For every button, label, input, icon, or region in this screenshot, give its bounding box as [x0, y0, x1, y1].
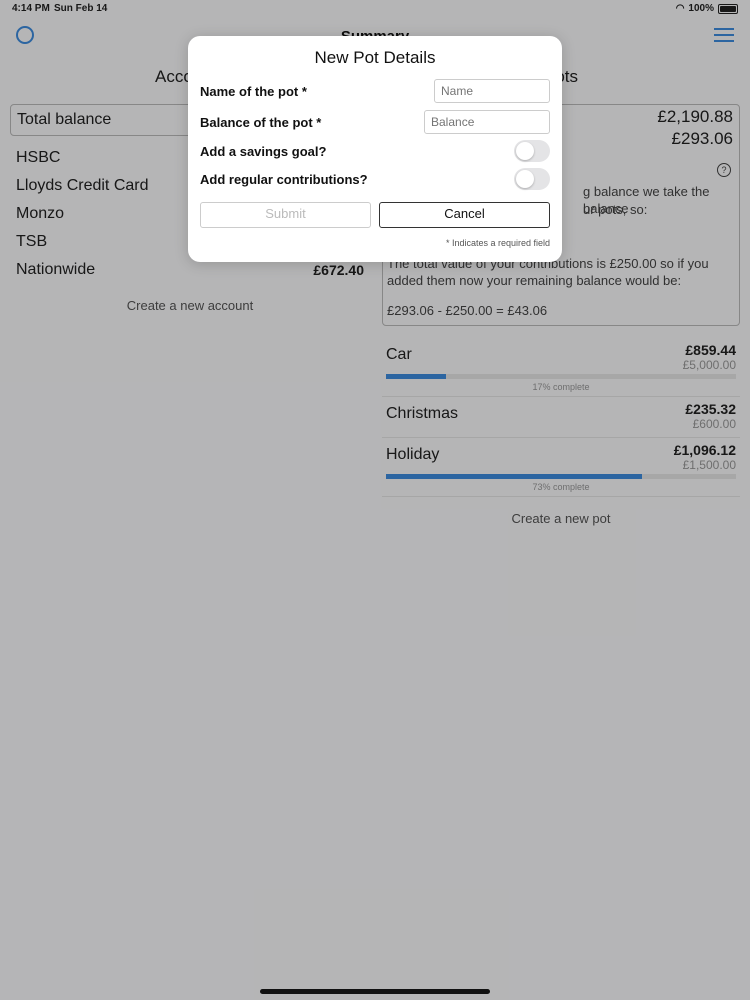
savings-goal-label: Add a savings goal? [200, 143, 327, 159]
pot-balance-row: Balance of the pot * [200, 109, 550, 135]
pot-name-label: Name of the pot * [200, 83, 307, 99]
pot-name-input[interactable] [434, 79, 550, 103]
new-pot-dialog: New Pot Details Name of the pot * Balanc… [188, 36, 562, 262]
home-indicator[interactable] [260, 989, 490, 994]
toggle-knob [516, 170, 534, 188]
toggle-knob [516, 142, 534, 160]
dialog-title: New Pot Details [314, 48, 436, 67]
savings-goal-toggle[interactable] [514, 140, 550, 162]
cancel-button[interactable]: Cancel [379, 202, 550, 228]
pot-balance-label: Balance of the pot * [200, 114, 322, 130]
required-footnote: * Indicates a required field [445, 238, 550, 248]
dialog-buttons: Submit Cancel [200, 202, 550, 228]
submit-button[interactable]: Submit [200, 202, 371, 228]
pot-balance-input[interactable] [424, 110, 550, 134]
contributions-toggle[interactable] [514, 168, 550, 190]
contributions-row: Add regular contributions? [200, 166, 550, 192]
contributions-label: Add regular contributions? [200, 171, 368, 187]
savings-goal-row: Add a savings goal? [200, 138, 550, 164]
pot-name-row: Name of the pot * [200, 78, 550, 104]
